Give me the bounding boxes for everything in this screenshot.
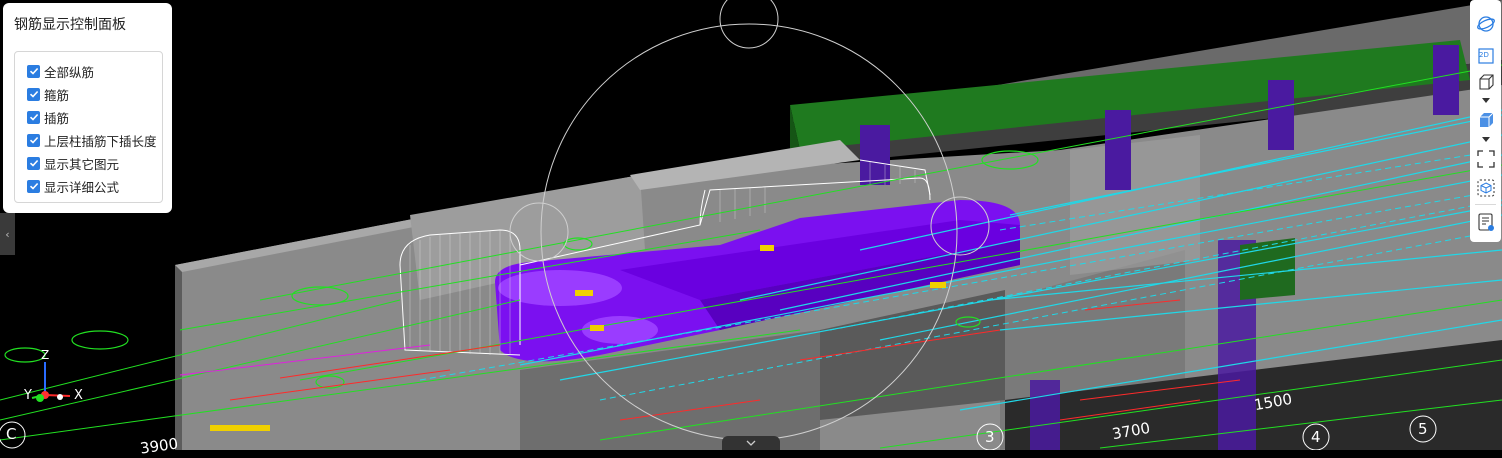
- option-upper-column-dowel-length[interactable]: 上层柱插筋下插长度: [27, 131, 157, 149]
- option-stirrups[interactable]: 箍筋: [27, 85, 69, 103]
- orbit-icon: [1476, 15, 1495, 32]
- toolbar-divider: [1475, 204, 1496, 205]
- options-group: 全部纵筋 箍筋 插筋 上层柱插筋下插长度 显示其它图元 显示详细公式: [14, 51, 163, 203]
- panel-title: 钢筋显示控制面板: [14, 17, 126, 33]
- option-show-other-elements[interactable]: 显示其它图元: [27, 154, 119, 172]
- checkbox-checked-icon[interactable]: [27, 133, 40, 147]
- properties-button[interactable]: [1473, 209, 1498, 234]
- option-label: 显示其它图元: [44, 156, 120, 172]
- section-box-button[interactable]: [1473, 175, 1498, 200]
- chevron-down-icon: [746, 440, 756, 446]
- dimension-label: 3900: [138, 434, 180, 458]
- expand-bottom-panel-button[interactable]: [722, 436, 780, 450]
- option-all-longitudinal[interactable]: 全部纵筋: [27, 62, 94, 80]
- option-label: 全部纵筋: [44, 64, 95, 80]
- solid-box-icon: [1479, 112, 1493, 127]
- checkbox-checked-icon[interactable]: [27, 64, 40, 78]
- view-3d-button[interactable]: [1473, 69, 1498, 94]
- view-toolbar: 2D: [1470, 0, 1501, 242]
- checkbox-checked-icon[interactable]: [27, 179, 40, 193]
- grid-label-c: C: [6, 425, 17, 443]
- option-show-detailed-formula[interactable]: 显示详细公式: [27, 177, 119, 195]
- solid-box-button[interactable]: [1473, 107, 1498, 132]
- option-label: 显示详细公式: [44, 179, 120, 195]
- checkbox-checked-icon[interactable]: [27, 110, 40, 124]
- option-label: 插筋: [44, 110, 70, 126]
- solid-box-dropdown[interactable]: [1481, 135, 1490, 143]
- grid-label-5: 5: [1418, 420, 1428, 438]
- caret-down-icon: [1481, 136, 1490, 142]
- grid-label-4: 4: [1311, 428, 1321, 446]
- fit-screen-icon: [1476, 149, 1495, 168]
- view-3d-dropdown[interactable]: [1481, 96, 1490, 104]
- view-2d-label: 2D: [1479, 51, 1489, 59]
- caret-down-icon: [1481, 97, 1490, 103]
- fit-screen-button[interactable]: [1473, 146, 1498, 171]
- rebar-display-panel: 钢筋显示控制面板 全部纵筋 箍筋 插筋 上层柱插筋下插长度 显示其它图元 显示详…: [3, 3, 172, 213]
- axis-label-z: Z: [41, 348, 50, 362]
- grid-label-3: 3: [985, 428, 995, 446]
- option-label: 上层柱插筋下插长度: [44, 133, 157, 149]
- axis-label-y: Y: [24, 388, 32, 403]
- section-box-icon: [1477, 179, 1494, 196]
- properties-icon: [1477, 212, 1494, 231]
- option-dowels[interactable]: 插筋: [27, 108, 69, 126]
- 3d-viewport[interactable]: C 3 4 5 3700 1500 3900 Y X Z: [0, 0, 1502, 458]
- axis-label-x: X: [74, 388, 83, 403]
- wireframe-box-icon: [1478, 73, 1494, 90]
- collapse-panel-button[interactable]: ‹: [0, 213, 15, 255]
- orbit-button[interactable]: [1473, 11, 1498, 36]
- checkbox-checked-icon[interactable]: [27, 87, 40, 101]
- option-label: 箍筋: [44, 87, 70, 103]
- checkbox-checked-icon[interactable]: [27, 156, 40, 170]
- chevron-left-icon: ‹: [5, 227, 10, 241]
- view-2d-button[interactable]: 2D: [1473, 43, 1498, 68]
